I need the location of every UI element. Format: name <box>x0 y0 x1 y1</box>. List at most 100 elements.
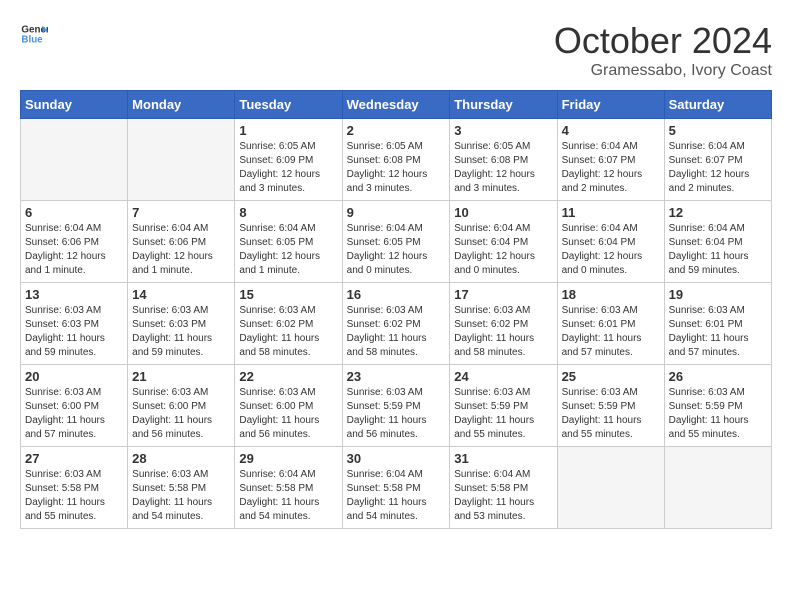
weekday-header: Monday <box>128 91 235 119</box>
calendar-cell: 18 Sunrise: 6:03 AM Sunset: 6:01 PM Dayli… <box>557 283 664 365</box>
day-info: Sunrise: 6:04 AM Sunset: 6:04 PM Dayligh… <box>454 222 552 278</box>
weekday-header: Saturday <box>664 91 771 119</box>
calendar-cell: 29Sunrise: 6:04 AM Sunset: 5:58 PM Dayli… <box>235 447 342 529</box>
day-info: Sunrise: 6:03 AM Sunset: 5:59 PM Dayligh… <box>454 386 552 442</box>
day-number: 5 <box>669 123 767 138</box>
day-info: Sunrise: 6:04 AM Sunset: 5:58 PM Dayligh… <box>239 468 337 524</box>
day-info: Sunrise: 6:04 AM Sunset: 6:04 PM Dayligh… <box>562 222 660 278</box>
day-number: 20 <box>25 369 123 384</box>
calendar-cell: 5 Sunrise: 6:04 AM Sunset: 6:07 PM Daylig… <box>664 119 771 201</box>
day-info: Sunrise: 6:03 AM Sunset: 6:02 PM Dayligh… <box>347 304 446 360</box>
calendar-cell: 23 Sunrise: 6:03 AM Sunset: 5:59 PM Dayli… <box>342 365 450 447</box>
calendar-cell: 8 Sunrise: 6:04 AM Sunset: 6:05 PM Daylig… <box>235 201 342 283</box>
day-info: Sunrise: 6:03 AM Sunset: 6:02 PM Dayligh… <box>239 304 337 360</box>
day-number: 24 <box>454 369 552 384</box>
day-info: Sunrise: 6:03 AM Sunset: 6:00 PM Dayligh… <box>132 386 230 442</box>
calendar-cell <box>128 119 235 201</box>
day-info: Sunrise: 6:03 AM Sunset: 6:00 PM Dayligh… <box>239 386 337 442</box>
day-info: Sunrise: 6:03 AM Sunset: 6:01 PM Dayligh… <box>562 304 660 360</box>
calendar-table: SundayMondayTuesdayWednesdayThursdayFrid… <box>20 90 772 529</box>
calendar-cell: 6Sunrise: 6:04 AM Sunset: 6:06 PM Daylig… <box>21 201 128 283</box>
day-info: Sunrise: 6:04 AM Sunset: 6:07 PM Dayligh… <box>562 140 660 196</box>
day-number: 2 <box>347 123 446 138</box>
day-number: 1 <box>239 123 337 138</box>
calendar-cell <box>557 447 664 529</box>
calendar-cell: 20Sunrise: 6:03 AM Sunset: 6:00 PM Dayli… <box>21 365 128 447</box>
calendar-cell: 1 Sunrise: 6:05 AM Sunset: 6:09 PM Daylig… <box>235 119 342 201</box>
calendar-cell: 9Sunrise: 6:04 AM Sunset: 6:05 PM Daylig… <box>342 201 450 283</box>
day-number: 11 <box>562 205 660 220</box>
calendar-cell: 28 Sunrise: 6:03 AM Sunset: 5:58 PM Dayli… <box>128 447 235 529</box>
day-number: 12 <box>669 205 767 220</box>
day-number: 19 <box>669 287 767 302</box>
calendar-cell: 31 Sunrise: 6:04 AM Sunset: 5:58 PM Dayli… <box>450 447 557 529</box>
calendar-cell: 14 Sunrise: 6:03 AM Sunset: 6:03 PM Dayli… <box>128 283 235 365</box>
calendar-cell: 3Sunrise: 6:05 AM Sunset: 6:08 PM Daylig… <box>450 119 557 201</box>
day-info: Sunrise: 6:04 AM Sunset: 6:05 PM Dayligh… <box>239 222 337 278</box>
day-number: 30 <box>347 451 446 466</box>
calendar-week-row: 27 Sunrise: 6:03 AM Sunset: 5:58 PM Dayli… <box>21 447 772 529</box>
day-number: 3 <box>454 123 552 138</box>
day-number: 22 <box>239 369 337 384</box>
calendar-cell: 21 Sunrise: 6:03 AM Sunset: 6:00 PM Dayli… <box>128 365 235 447</box>
day-number: 27 <box>25 451 123 466</box>
day-number: 18 <box>562 287 660 302</box>
page-header: General Blue October 2024 Gramessabo, Iv… <box>20 20 772 80</box>
calendar-cell: 27 Sunrise: 6:03 AM Sunset: 5:58 PM Dayli… <box>21 447 128 529</box>
day-info: Sunrise: 6:04 AM Sunset: 6:06 PM Dayligh… <box>25 222 123 278</box>
day-info: Sunrise: 6:03 AM Sunset: 5:58 PM Dayligh… <box>132 468 230 524</box>
header-row: SundayMondayTuesdayWednesdayThursdayFrid… <box>21 91 772 119</box>
day-number: 21 <box>132 369 230 384</box>
calendar-cell: 11 Sunrise: 6:04 AM Sunset: 6:04 PM Dayli… <box>557 201 664 283</box>
day-info: Sunrise: 6:03 AM Sunset: 6:03 PM Dayligh… <box>25 304 123 360</box>
day-info: Sunrise: 6:05 AM Sunset: 6:09 PM Dayligh… <box>239 140 337 196</box>
calendar-cell: 7Sunrise: 6:04 AM Sunset: 6:06 PM Daylig… <box>128 201 235 283</box>
weekday-header: Sunday <box>21 91 128 119</box>
calendar-cell: 2 Sunrise: 6:05 AM Sunset: 6:08 PM Daylig… <box>342 119 450 201</box>
calendar-week-row: 6Sunrise: 6:04 AM Sunset: 6:06 PM Daylig… <box>21 201 772 283</box>
day-number: 25 <box>562 369 660 384</box>
weekday-header: Wednesday <box>342 91 450 119</box>
day-number: 9 <box>347 205 446 220</box>
calendar-week-row: 1 Sunrise: 6:05 AM Sunset: 6:09 PM Daylig… <box>21 119 772 201</box>
calendar-cell: 16 Sunrise: 6:03 AM Sunset: 6:02 PM Dayli… <box>342 283 450 365</box>
day-number: 8 <box>239 205 337 220</box>
day-number: 17 <box>454 287 552 302</box>
calendar-cell: 17 Sunrise: 6:03 AM Sunset: 6:02 PM Dayli… <box>450 283 557 365</box>
day-number: 31 <box>454 451 552 466</box>
calendar-week-row: 13Sunrise: 6:03 AM Sunset: 6:03 PM Dayli… <box>21 283 772 365</box>
logo: General Blue <box>20 20 48 48</box>
calendar-week-row: 20 Sunrise: 6:03 AM Sunset: 6:00 PM Dayli… <box>21 365 772 447</box>
day-info: Sunrise: 6:04 AM Sunset: 5:58 PM Dayligh… <box>347 468 446 524</box>
day-number: 28 <box>132 451 230 466</box>
day-number: 23 <box>347 369 446 384</box>
calendar-cell: 10Sunrise: 6:04 AM Sunset: 6:04 PM Dayli… <box>450 201 557 283</box>
weekday-header: Tuesday <box>235 91 342 119</box>
day-info: Sunrise: 6:05 AM Sunset: 6:08 PM Dayligh… <box>347 140 446 196</box>
day-number: 4 <box>562 123 660 138</box>
day-info: Sunrise: 6:03 AM Sunset: 6:03 PM Dayligh… <box>132 304 230 360</box>
calendar-cell: 4 Sunrise: 6:04 AM Sunset: 6:07 PM Daylig… <box>557 119 664 201</box>
calendar-cell: 30 Sunrise: 6:04 AM Sunset: 5:58 PM Dayli… <box>342 447 450 529</box>
day-number: 14 <box>132 287 230 302</box>
day-number: 16 <box>347 287 446 302</box>
day-info: Sunrise: 6:03 AM Sunset: 6:01 PM Dayligh… <box>669 304 767 360</box>
calendar-cell: 12Sunrise: 6:04 AM Sunset: 6:04 PM Dayli… <box>664 201 771 283</box>
day-number: 26 <box>669 369 767 384</box>
day-info: Sunrise: 6:03 AM Sunset: 6:02 PM Dayligh… <box>454 304 552 360</box>
day-info: Sunrise: 6:04 AM Sunset: 5:58 PM Dayligh… <box>454 468 552 524</box>
day-info: Sunrise: 6:04 AM Sunset: 6:06 PM Dayligh… <box>132 222 230 278</box>
day-info: Sunrise: 6:03 AM Sunset: 5:58 PM Dayligh… <box>25 468 123 524</box>
title-section: October 2024 Gramessabo, Ivory Coast <box>554 20 772 80</box>
logo-icon: General Blue <box>20 20 48 48</box>
svg-text:Blue: Blue <box>21 34 43 45</box>
calendar-cell: 24 Sunrise: 6:03 AM Sunset: 5:59 PM Dayli… <box>450 365 557 447</box>
day-info: Sunrise: 6:04 AM Sunset: 6:07 PM Dayligh… <box>669 140 767 196</box>
weekday-header: Friday <box>557 91 664 119</box>
location-subtitle: Gramessabo, Ivory Coast <box>554 62 772 80</box>
calendar-cell: 25Sunrise: 6:03 AM Sunset: 5:59 PM Dayli… <box>557 365 664 447</box>
calendar-cell: 13Sunrise: 6:03 AM Sunset: 6:03 PM Dayli… <box>21 283 128 365</box>
month-title: October 2024 <box>554 20 772 62</box>
calendar-cell: 15Sunrise: 6:03 AM Sunset: 6:02 PM Dayli… <box>235 283 342 365</box>
day-info: Sunrise: 6:03 AM Sunset: 5:59 PM Dayligh… <box>347 386 446 442</box>
